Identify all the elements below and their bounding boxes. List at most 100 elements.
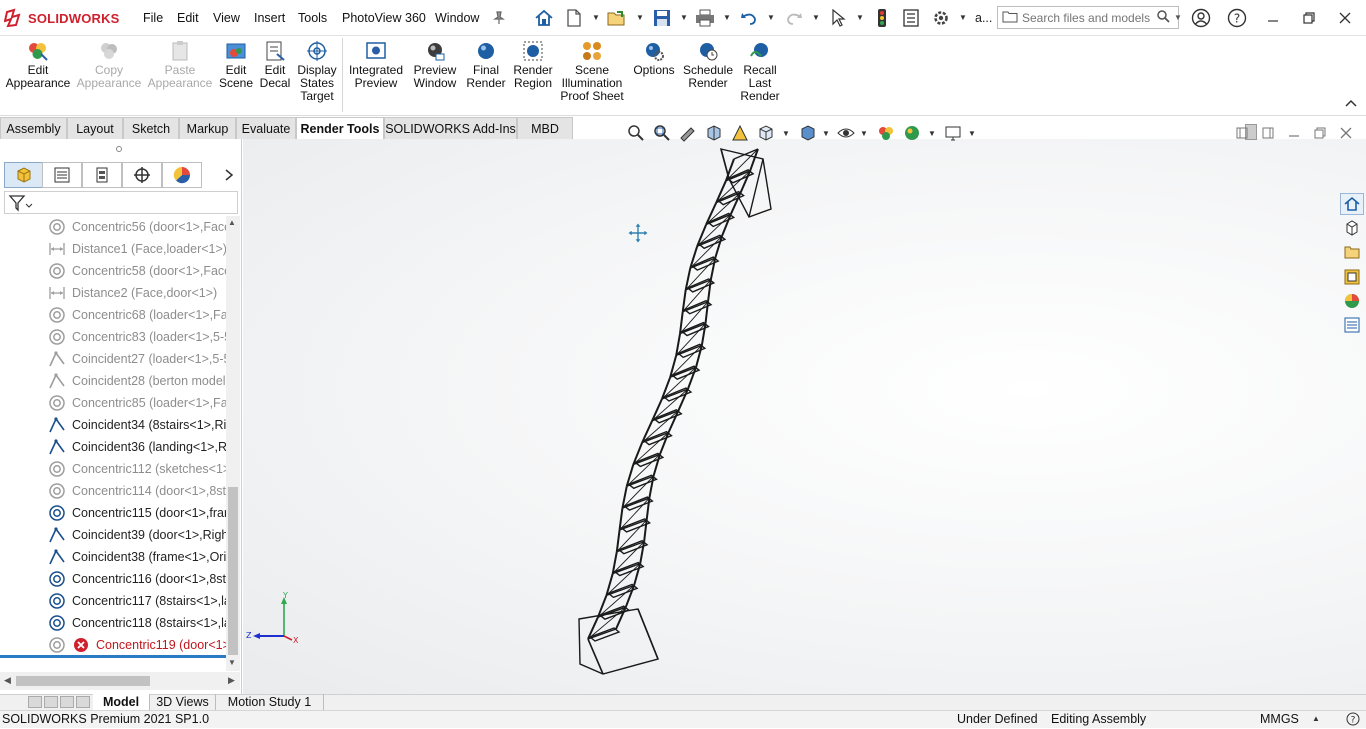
tile-right-icon[interactable] xyxy=(1258,124,1278,142)
undo-icon[interactable] xyxy=(738,8,760,28)
scroll-left-icon[interactable]: ◀ xyxy=(4,675,11,686)
view-settings-dropdown-icon[interactable]: ▼ xyxy=(968,129,976,138)
tile-left-icon[interactable] xyxy=(1232,124,1252,142)
design-library-icon[interactable] xyxy=(1340,217,1364,239)
menu-window[interactable]: Window xyxy=(435,11,479,25)
help-status-icon[interactable]: ? xyxy=(1346,712,1360,726)
collapse-ribbon-icon[interactable] xyxy=(1344,96,1358,110)
tree-mate-item[interactable]: Concentric58 (door<1>,Face xyxy=(48,260,226,282)
tree-mate-item[interactable]: Concentric116 (door<1>,8sta xyxy=(48,568,226,590)
appearances-scenes-icon[interactable] xyxy=(1340,290,1364,312)
options-button[interactable]: Options xyxy=(630,40,678,77)
integrated-preview-button[interactable]: Integrated Preview xyxy=(346,40,406,90)
section-view-icon[interactable] xyxy=(704,124,724,142)
tree-mate-item[interactable]: Coincident28 (berton model- xyxy=(48,370,226,392)
tab-evaluate[interactable]: Evaluate xyxy=(236,117,296,139)
menu-edit[interactable]: Edit xyxy=(177,11,199,25)
account-icon[interactable] xyxy=(1190,8,1212,28)
doc-minimize-icon[interactable] xyxy=(1284,124,1304,142)
file-explorer-icon[interactable] xyxy=(1340,241,1364,263)
apply-scene-dropdown-icon[interactable]: ▼ xyxy=(928,129,936,138)
tab-motion-study-1[interactable]: Motion Study 1 xyxy=(216,694,324,710)
search-icon[interactable] xyxy=(1156,9,1170,26)
edit-appearance-view-icon[interactable] xyxy=(876,124,896,142)
recall-last-render-button[interactable]: Recall Last Render xyxy=(738,40,782,103)
tab-model[interactable]: Model xyxy=(93,694,150,710)
display-style-dropdown-icon[interactable]: ▼ xyxy=(822,129,830,138)
tab-3d-views[interactable]: 3D Views xyxy=(150,694,216,710)
apply-scene-icon[interactable] xyxy=(902,124,922,142)
redo-dropdown-icon[interactable]: ▼ xyxy=(812,13,820,22)
search-dropdown-icon[interactable]: ▼ xyxy=(1174,13,1182,22)
tree-mate-item[interactable]: Concentric83 (loader<1>,5-5 xyxy=(48,326,226,348)
save-dropdown-icon[interactable]: ▼ xyxy=(680,13,688,22)
view-orientation-dropdown-icon[interactable]: ▼ xyxy=(782,129,790,138)
tree-mate-item[interactable]: Concentric56 (door<1>,Face xyxy=(48,216,226,238)
display-style-icon[interactable] xyxy=(798,124,818,142)
filter-icon[interactable] xyxy=(8,194,34,212)
paste-appearance-button[interactable]: Paste Appearance xyxy=(148,40,212,90)
view-settings-icon[interactable] xyxy=(943,124,963,142)
search-input[interactable] xyxy=(1022,10,1152,25)
help-icon[interactable]: ? xyxy=(1226,8,1248,28)
tree-hscroll-thumb[interactable] xyxy=(16,676,150,686)
tab-solidworks-add-ins[interactable]: SOLIDWORKS Add-Ins xyxy=(384,117,517,139)
tree-mate-item[interactable]: Concentric118 (8stairs<1>,la xyxy=(48,612,226,634)
user-menu[interactable]: a... xyxy=(975,11,992,25)
hide-show-dropdown-icon[interactable]: ▼ xyxy=(860,129,868,138)
scroll-right-icon[interactable]: ▶ xyxy=(228,675,235,686)
tree-mate-item[interactable]: Concentric68 (loader<1>,Fac xyxy=(48,304,226,326)
previous-view-icon[interactable] xyxy=(678,124,698,142)
scroll-up-icon[interactable]: ▲ xyxy=(228,218,238,228)
file-properties-icon[interactable] xyxy=(900,8,922,28)
open-icon[interactable] xyxy=(606,8,628,28)
new-dropdown-icon[interactable]: ▼ xyxy=(592,13,600,22)
render-region-button[interactable]: Render Region xyxy=(510,40,556,90)
menu-tools[interactable]: Tools xyxy=(298,11,327,25)
open-dropdown-icon[interactable]: ▼ xyxy=(636,13,644,22)
home-icon[interactable] xyxy=(533,8,555,28)
restore-icon[interactable] xyxy=(1298,8,1320,28)
schedule-render-button[interactable]: Schedule Render xyxy=(682,40,734,90)
menu-photoview[interactable]: PhotoView 360 xyxy=(342,11,426,25)
tab-layout[interactable]: Layout xyxy=(67,117,123,139)
edit-scene-button[interactable]: Edit Scene xyxy=(216,40,256,90)
scroll-down-icon[interactable]: ▼ xyxy=(228,658,238,668)
tree-mate-item[interactable]: Concentric85 (loader<1>,Fac xyxy=(48,392,226,414)
select-cursor-icon[interactable] xyxy=(827,8,849,28)
edit-appearance-button[interactable]: Edit Appearance xyxy=(6,40,70,90)
tree-mate-item[interactable]: Concentric115 (door<1>,fran xyxy=(48,502,226,524)
select-dropdown-icon[interactable]: ▼ xyxy=(856,13,864,22)
options-gear-icon[interactable] xyxy=(930,8,952,28)
tab-featuremanager[interactable] xyxy=(4,162,44,188)
rebuild-traffic-light-icon[interactable] xyxy=(871,8,893,28)
tree-mate-item[interactable]: Distance2 (Face,door<1>) xyxy=(48,282,226,304)
tree-mate-item[interactable]: Concentric114 (door<1>,8sta xyxy=(48,480,226,502)
save-icon[interactable] xyxy=(651,8,673,28)
tab-scroll-arrows[interactable] xyxy=(28,696,90,708)
dynamic-annotation-icon[interactable] xyxy=(730,124,750,142)
copy-appearance-button[interactable]: Copy Appearance xyxy=(77,40,141,90)
solidworks-logo[interactable]: SOLIDWORKS xyxy=(3,8,120,28)
view-palette-icon[interactable] xyxy=(1340,266,1364,288)
zoom-to-fit-icon[interactable] xyxy=(626,124,646,142)
menu-view[interactable]: View xyxy=(213,11,240,25)
menu-insert[interactable]: Insert xyxy=(254,11,285,25)
tab-propertymanager[interactable] xyxy=(42,162,82,188)
tree-mate-item[interactable]: Distance1 (Face,loader<1>) xyxy=(48,238,226,260)
custom-properties-icon[interactable] xyxy=(1340,314,1364,336)
doc-restore-icon[interactable] xyxy=(1310,124,1330,142)
units-dropdown-icon[interactable]: ▲ xyxy=(1312,714,1320,723)
edit-decal-button[interactable]: Edit Decal xyxy=(258,40,292,90)
new-document-icon[interactable] xyxy=(563,8,585,28)
task-pane-home-icon[interactable] xyxy=(1340,193,1364,215)
close-icon[interactable] xyxy=(1334,8,1356,28)
tree-mate-item[interactable]: Coincident27 (loader<1>,5-5 xyxy=(48,348,226,370)
print-icon[interactable] xyxy=(694,8,716,28)
tree-mate-item[interactable]: Concentric112 (sketches<1>, xyxy=(48,458,226,480)
tree-mate-item[interactable]: Concentric117 (8stairs<1>,la xyxy=(48,590,226,612)
undo-dropdown-icon[interactable]: ▼ xyxy=(767,13,775,22)
tab-sketch[interactable]: Sketch xyxy=(123,117,179,139)
minimize-icon[interactable] xyxy=(1262,8,1284,28)
view-orientation-icon[interactable] xyxy=(756,124,776,142)
